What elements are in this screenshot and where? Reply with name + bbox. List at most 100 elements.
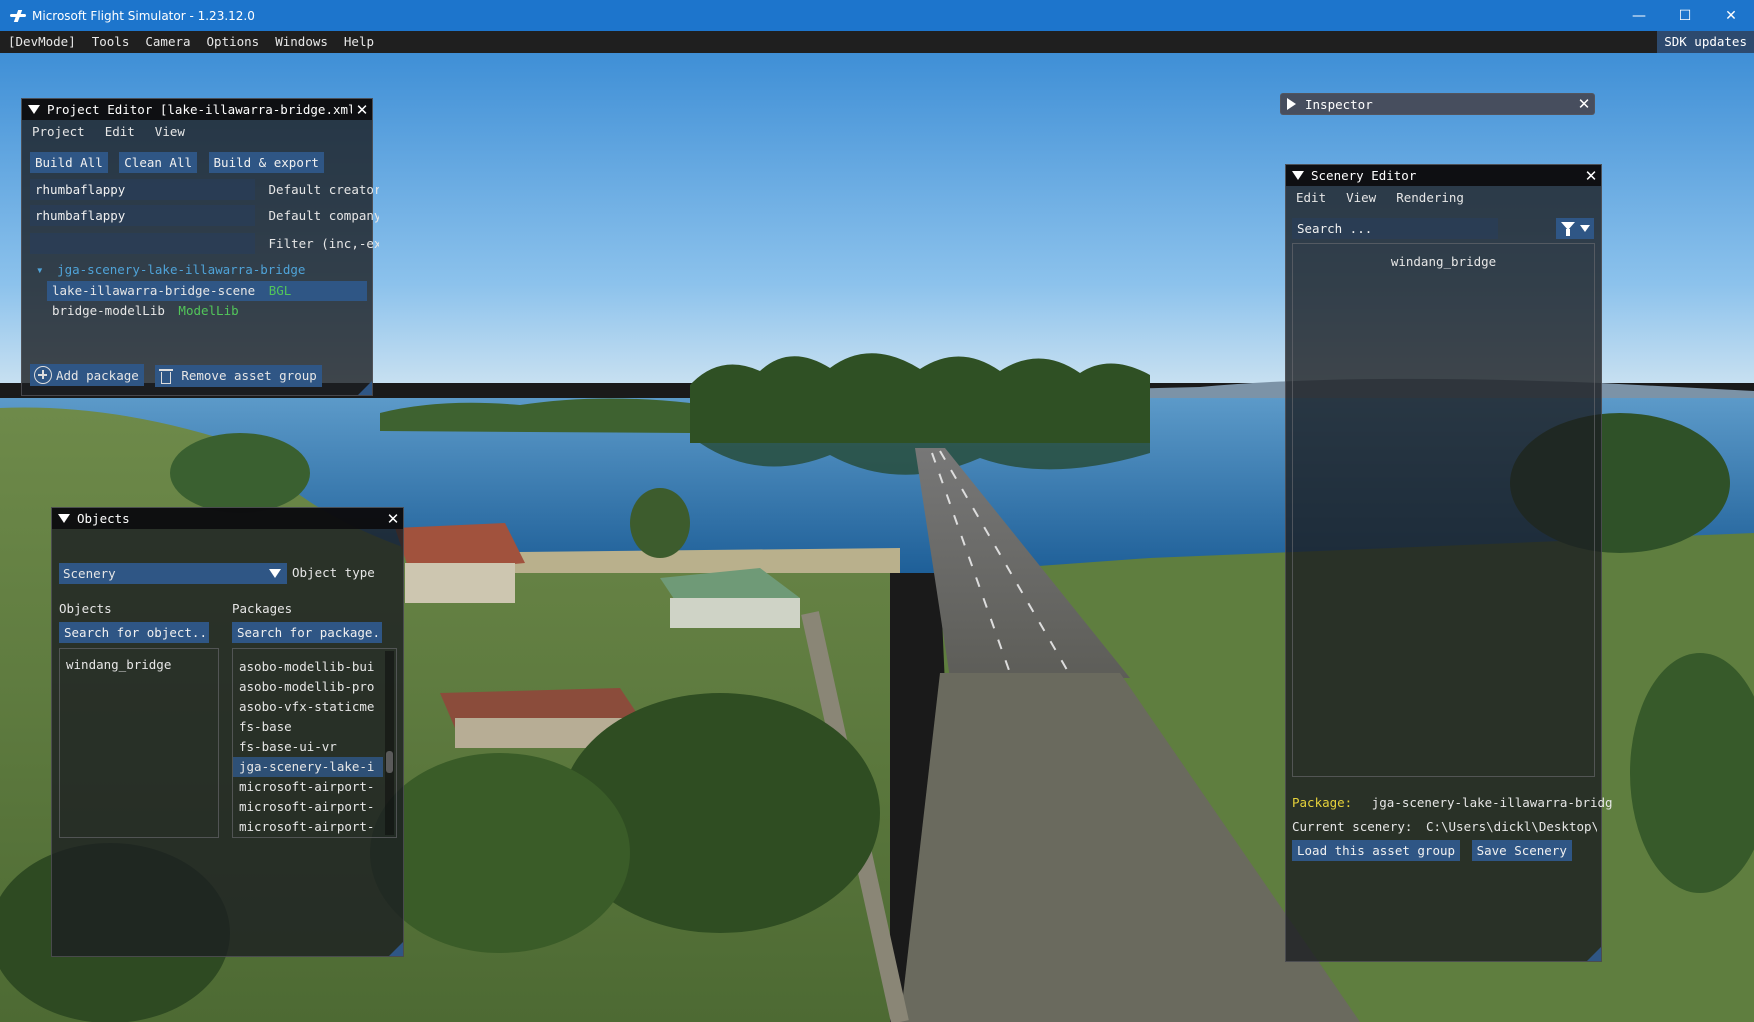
maximize-button[interactable]: ☐	[1662, 0, 1708, 31]
build-export-button[interactable]: Build & export	[208, 152, 324, 173]
scenery-editor-header[interactable]: Scenery Editor ✕	[1286, 165, 1601, 186]
project-editor-menu: Project Edit View	[22, 120, 372, 142]
package-search-input[interactable]: Search for package...	[232, 622, 382, 643]
tree-expanded-icon: ▾	[36, 262, 44, 277]
asset-group-name: bridge-modelLib	[52, 303, 165, 318]
object-search-input[interactable]: Search for object...	[59, 622, 209, 643]
close-window-button[interactable]: ✕	[1708, 0, 1754, 31]
package-label: Package:	[1292, 795, 1353, 810]
packages-column-header: Packages	[232, 601, 293, 616]
list-item[interactable]: asobo-modellib-bui	[233, 657, 383, 677]
default-company-label: Default company	[268, 208, 379, 223]
objects-header[interactable]: Objects ✕	[52, 508, 403, 529]
menu-project[interactable]: Project	[22, 124, 95, 139]
filter-icon	[1560, 221, 1575, 236]
objects-list[interactable]: windang_bridge	[59, 648, 219, 838]
packages-list[interactable]: asobo-modellib-bui asobo-modellib-pro asob…	[232, 648, 397, 838]
list-item[interactable]: asobo-vfx-staticme	[233, 697, 383, 717]
menu-edit[interactable]: Edit	[1286, 190, 1336, 205]
scenery-editor-menu: Edit View Rendering	[1286, 186, 1601, 208]
devmode-menu-bar: [DevMode] Tools Camera Options Windows H…	[0, 31, 1754, 53]
collapse-triangle-icon[interactable]	[58, 514, 70, 523]
object-type-value: Scenery	[63, 566, 116, 581]
menu-edit[interactable]: Edit	[95, 124, 145, 139]
remove-asset-group-button[interactable]: Remove asset group	[155, 364, 322, 387]
remove-asset-group-label: Remove asset group	[181, 368, 317, 383]
window-title: Microsoft Flight Simulator - 1.23.12.0	[32, 8, 255, 23]
add-package-button[interactable]: Add package	[30, 364, 144, 386]
asset-group-item[interactable]: lake-illawarra-bridge-scene BGL	[47, 281, 367, 301]
chevron-down-icon	[269, 569, 281, 578]
objects-column-header: Objects	[59, 601, 112, 616]
close-icon[interactable]: ✕	[1574, 95, 1594, 113]
resize-handle[interactable]	[358, 381, 372, 395]
list-item[interactable]: fs-base	[233, 717, 383, 737]
menu-options[interactable]: Options	[199, 31, 268, 53]
project-editor-title: Project Editor [lake-illawarra-bridge.xm…	[47, 102, 352, 117]
list-item[interactable]: windang_bridge	[1293, 252, 1594, 272]
collapse-triangle-icon[interactable]	[1292, 171, 1304, 180]
scenery-object-list[interactable]: windang_bridge	[1292, 243, 1595, 777]
list-item[interactable]: microsoft-airport-	[233, 797, 383, 817]
asset-group-item[interactable]: bridge-modelLib ModelLib	[47, 301, 239, 321]
list-item[interactable]: asobo-modellib-pro	[233, 677, 383, 697]
package-tree-root[interactable]: ▾ jga-scenery-lake-illawarra-bridge	[36, 262, 305, 277]
project-editor-header[interactable]: Project Editor [lake-illawarra-bridge.xm…	[22, 99, 372, 120]
object-type-dropdown[interactable]: Scenery	[59, 563, 287, 584]
menu-view[interactable]: View	[1336, 190, 1386, 205]
close-icon[interactable]: ✕	[383, 510, 403, 528]
asset-group-type: BGL	[268, 283, 292, 298]
scrollbar[interactable]	[385, 651, 394, 835]
list-item[interactable]: microsoft-airport-	[233, 817, 383, 837]
resize-handle[interactable]	[1587, 947, 1601, 961]
scenery-search-input[interactable]: Search ...	[1292, 218, 1498, 239]
objects-title: Objects	[77, 511, 130, 526]
inspector-header[interactable]: Inspector ✕	[1281, 94, 1594, 114]
list-item[interactable]: microsoft-airport-	[233, 777, 383, 797]
filter-button[interactable]	[1556, 218, 1594, 239]
menu-tools[interactable]: Tools	[84, 31, 138, 53]
project-editor-panel: Project Editor [lake-illawarra-bridge.xm…	[21, 98, 379, 396]
scrollbar-thumb[interactable]	[386, 751, 393, 773]
resize-handle[interactable]	[389, 942, 403, 956]
chevron-down-icon	[1579, 225, 1590, 232]
current-scenery-label: Current scenery:	[1292, 819, 1413, 834]
close-icon[interactable]: ✕	[1581, 167, 1601, 185]
inspector-panel: Inspector ✕	[1280, 93, 1595, 115]
menu-windows[interactable]: Windows	[267, 31, 336, 53]
close-icon[interactable]: ✕	[352, 101, 372, 119]
asset-group-name: lake-illawarra-bridge-scene	[52, 283, 256, 298]
add-package-label: Add package	[56, 367, 139, 383]
trash-icon	[159, 367, 174, 384]
scenery-editor-title: Scenery Editor	[1311, 168, 1417, 183]
minimize-button[interactable]: —	[1616, 0, 1662, 31]
menu-view[interactable]: View	[145, 124, 195, 139]
default-company-field[interactable]: rhumbaflappy	[30, 205, 255, 226]
expand-triangle-icon[interactable]	[1287, 98, 1296, 110]
list-item[interactable]: jga-scenery-lake-i	[233, 757, 383, 777]
menu-devmode[interactable]: [DevMode]	[0, 31, 84, 53]
default-creator-field[interactable]: rhumbaflappy	[30, 179, 255, 200]
filter-field[interactable]	[30, 233, 255, 254]
build-all-button[interactable]: Build All	[30, 152, 108, 173]
clean-all-button[interactable]: Clean All	[119, 152, 197, 173]
package-value: jga-scenery-lake-illawarra-bridg	[1371, 795, 1613, 810]
menu-help[interactable]: Help	[336, 31, 382, 53]
current-scenery-value: C:\Users\dickl\Desktop\la	[1425, 819, 1597, 834]
add-circle-icon	[34, 366, 52, 384]
inspector-title: Inspector	[1305, 96, 1373, 112]
list-item[interactable]: fs-base-ui-vr	[233, 737, 383, 757]
menu-rendering[interactable]: Rendering	[1386, 190, 1474, 205]
load-asset-group-button[interactable]: Load this asset group	[1292, 840, 1461, 861]
menu-camera[interactable]: Camera	[137, 31, 198, 53]
save-scenery-button[interactable]: Save Scenery	[1471, 840, 1572, 861]
filter-label: Filter (inc,-ex	[268, 236, 379, 251]
window-title-bar: Microsoft Flight Simulator - 1.23.12.0 —…	[0, 0, 1754, 31]
package-name: jga-scenery-lake-illawarra-bridge	[57, 262, 306, 277]
objects-panel: Objects ✕ Scenery Object type Objects Pa…	[51, 507, 404, 957]
list-item[interactable]: windang_bridge	[60, 655, 218, 675]
collapse-triangle-icon[interactable]	[28, 105, 40, 114]
sdk-updates-button[interactable]: SDK updates	[1657, 31, 1754, 53]
asset-group-type: ModelLib	[178, 303, 239, 318]
scenery-editor-panel: Scenery Editor ✕ Edit View Rendering Sea…	[1285, 164, 1613, 962]
